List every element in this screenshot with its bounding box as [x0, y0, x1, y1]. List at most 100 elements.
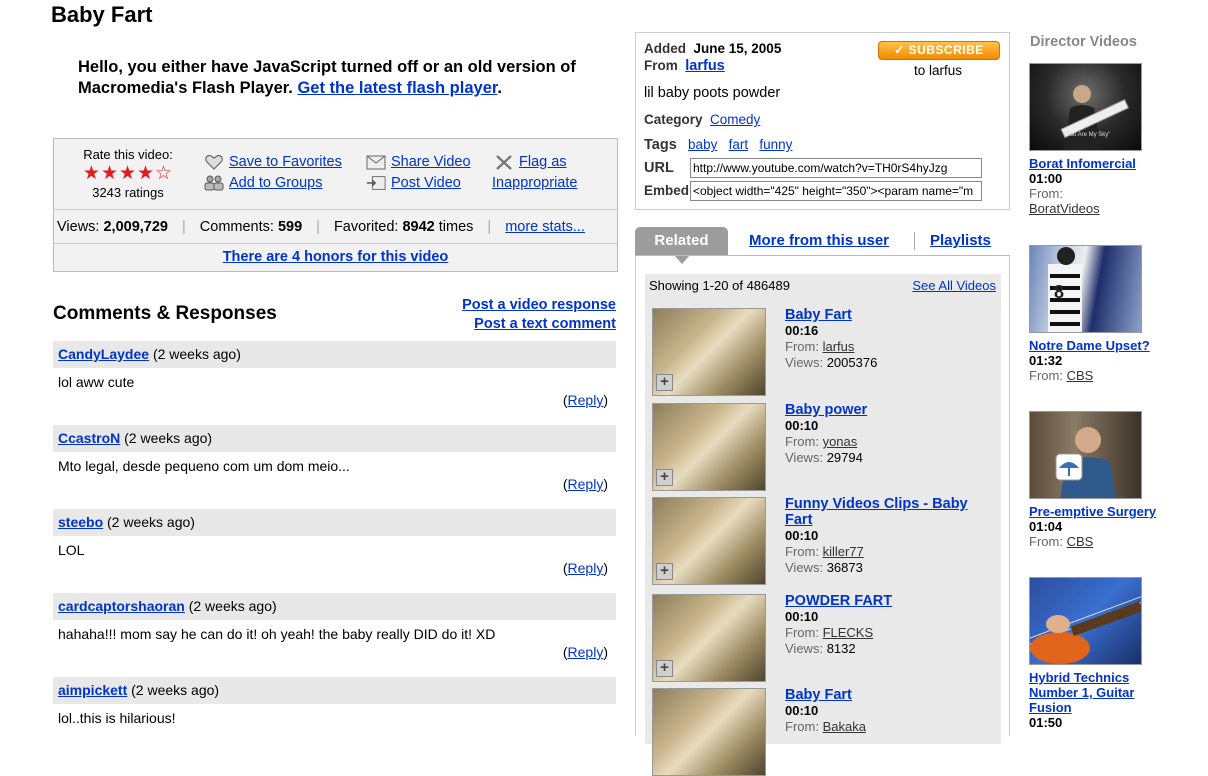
add-quicklist-icon[interactable]: +: [656, 469, 673, 486]
video-thumbnail[interactable]: [652, 688, 766, 776]
director-user-link[interactable]: CBS: [1067, 368, 1094, 383]
add-quicklist-icon[interactable]: +: [656, 374, 673, 391]
related-list[interactable]: Showing 1-20 of 486489 See All Videos + …: [645, 274, 1001, 776]
related-item: + Funny Videos Clips - Baby Fart 00:10 F…: [650, 493, 996, 585]
post-video-link[interactable]: Post Video: [391, 175, 461, 191]
flag-inappropriate-link[interactable]: Inappropriate: [492, 175, 577, 191]
comment-user-link[interactable]: cardcaptorshaoran: [58, 598, 185, 614]
related-user-link[interactable]: Bakaka: [823, 719, 866, 734]
star-icon[interactable]: ★★★★: [83, 163, 155, 184]
share-video-action[interactable]: Share Video: [366, 154, 471, 170]
related-title-link[interactable]: POWDER FART: [785, 593, 892, 609]
rate-label: Rate this video:: [83, 147, 173, 162]
add-quicklist-icon[interactable]: +: [656, 563, 673, 580]
director-user-link[interactable]: CBS: [1067, 534, 1094, 549]
comment-item: aimpickett (2 weeks ago) lol..this is hi…: [53, 677, 616, 728]
video-thumbnail[interactable]: 8: [1029, 245, 1142, 333]
flash-message: Hello, you either have JavaScript turned…: [78, 58, 576, 97]
comment-text: lol aww cute: [58, 374, 135, 390]
tab-divider: [914, 232, 915, 250]
related-duration: 00:10: [785, 528, 819, 543]
flag-action[interactable]: Flag as: [494, 154, 567, 170]
reply-link[interactable]: Reply: [568, 644, 604, 660]
director-title-link[interactable]: Hybrid Technics Number 1, Guitar Fusion: [1029, 670, 1134, 715]
video-thumbnail[interactable]: "You Are My Sky": [1029, 63, 1142, 151]
add-quicklist-icon[interactable]: +: [656, 660, 673, 677]
comments-title: Comments & Responses: [53, 303, 277, 324]
rating-stars[interactable]: ★★★★☆: [68, 164, 188, 184]
tag-link[interactable]: funny: [759, 137, 792, 152]
comment-header: CcastroN (2 weeks ago): [53, 425, 616, 452]
tab-more-from-user[interactable]: More from this user: [749, 232, 889, 249]
add-groups-action[interactable]: Add to Groups: [204, 175, 323, 191]
related-title-link[interactable]: Baby power: [785, 402, 867, 418]
post-video-icon: [366, 175, 386, 191]
related-user-link[interactable]: FLECKS: [823, 625, 874, 640]
related-title-link[interactable]: Funny Videos Clips - Baby Fart: [785, 496, 968, 528]
reply-link[interactable]: Reply: [568, 560, 604, 576]
showing-count: Showing 1-20 of 486489: [649, 278, 790, 293]
director-item: "You Are My Sky" Borat Infomercial 01:00…: [1029, 63, 1159, 216]
director-duration: 01:32: [1029, 353, 1063, 368]
comment-user-link[interactable]: CandyLaydee: [58, 346, 149, 362]
related-title-link[interactable]: Baby Fart: [785, 307, 852, 323]
save-favorites-action[interactable]: Save to Favorites: [204, 154, 342, 170]
embed-field[interactable]: <object width="425" height="350"><param …: [690, 181, 982, 201]
related-user-link[interactable]: larfus: [823, 339, 855, 354]
related-duration: 00:10: [785, 418, 819, 433]
director-item: 8 Notre Dame Upset? 01:32 From: CBS: [1029, 245, 1159, 383]
director-videos-title: Director Videos: [1030, 34, 1137, 50]
tab-related[interactable]: Related: [635, 227, 728, 255]
comment-header: steebo (2 weeks ago): [53, 509, 616, 536]
honors-link[interactable]: There are 4 honors for this video: [223, 249, 449, 265]
related-user-link[interactable]: killer77: [823, 544, 864, 559]
related-panel: Showing 1-20 of 486489 See All Videos + …: [635, 256, 1010, 776]
video-thumbnail[interactable]: +: [652, 403, 766, 491]
comment-user-link[interactable]: aimpickett: [58, 682, 127, 698]
add-groups-link[interactable]: Add to Groups: [229, 175, 323, 191]
comment-user-link[interactable]: steebo: [58, 514, 103, 530]
related-item: + POWDER FART 00:10 From: FLECKS Views: …: [650, 590, 996, 682]
comment-item: CandyLaydee (2 weeks ago) lol aww cute (…: [53, 341, 616, 422]
video-thumbnail[interactable]: +: [652, 308, 766, 396]
video-description: lil baby poots powder: [644, 85, 781, 101]
more-stats-link[interactable]: more stats...: [505, 219, 585, 235]
reply-link[interactable]: Reply: [568, 392, 604, 408]
url-field[interactable]: http://www.youtube.com/watch?v=TH0rS4hyJ…: [690, 158, 982, 178]
post-video-response-link[interactable]: Post a video response: [462, 297, 616, 313]
comment-time: (2 weeks ago): [131, 682, 220, 698]
flag-link[interactable]: Flag as: [519, 154, 567, 170]
related-user-link[interactable]: yonas: [823, 434, 858, 449]
post-video-action[interactable]: Post Video: [366, 175, 461, 191]
director-user-link[interactable]: BoratVideos: [1029, 201, 1100, 216]
tag-link[interactable]: baby: [688, 137, 717, 152]
reply-link[interactable]: Reply: [568, 476, 604, 492]
comment-header: aimpickett (2 weeks ago): [53, 677, 616, 704]
get-flash-link[interactable]: Get the latest flash player: [297, 79, 497, 97]
subscribe-button[interactable]: ✓ SUBSCRIBE: [878, 41, 1000, 60]
related-title-link[interactable]: Baby Fart: [785, 687, 852, 703]
director-title-link[interactable]: Borat Infomercial: [1029, 156, 1136, 171]
post-text-comment-link[interactable]: Post a text comment: [474, 316, 616, 332]
see-all-videos-link[interactable]: See All Videos: [912, 278, 996, 293]
video-thumbnail[interactable]: +: [652, 594, 766, 682]
comment-time: (2 weeks ago): [107, 514, 195, 530]
video-thumbnail[interactable]: +: [652, 497, 766, 585]
share-video-link[interactable]: Share Video: [391, 154, 471, 170]
director-title-link[interactable]: Pre-emptive Surgery: [1029, 504, 1156, 519]
stats-row: Views: 2,009,729 | Comments: 599 | Favor…: [54, 209, 617, 243]
star-empty-icon[interactable]: ☆: [155, 163, 173, 184]
director-duration: 01:50: [1029, 715, 1063, 730]
tab-playlists[interactable]: Playlists: [930, 232, 991, 249]
related-item: + Baby power 00:10 From: yonas Views: 29…: [650, 399, 996, 491]
director-title-link[interactable]: Notre Dame Upset?: [1029, 338, 1150, 353]
tag-link[interactable]: fart: [729, 137, 749, 152]
uploader-link[interactable]: larfus: [685, 58, 725, 74]
video-thumbnail[interactable]: [1029, 577, 1142, 665]
flag-icon: [494, 154, 514, 170]
category-link[interactable]: Comedy: [710, 112, 760, 127]
save-favorites-link[interactable]: Save to Favorites: [229, 154, 342, 170]
video-thumbnail[interactable]: [1029, 411, 1142, 499]
related-views: 8132: [826, 641, 856, 656]
comment-user-link[interactable]: CcastroN: [58, 430, 120, 446]
